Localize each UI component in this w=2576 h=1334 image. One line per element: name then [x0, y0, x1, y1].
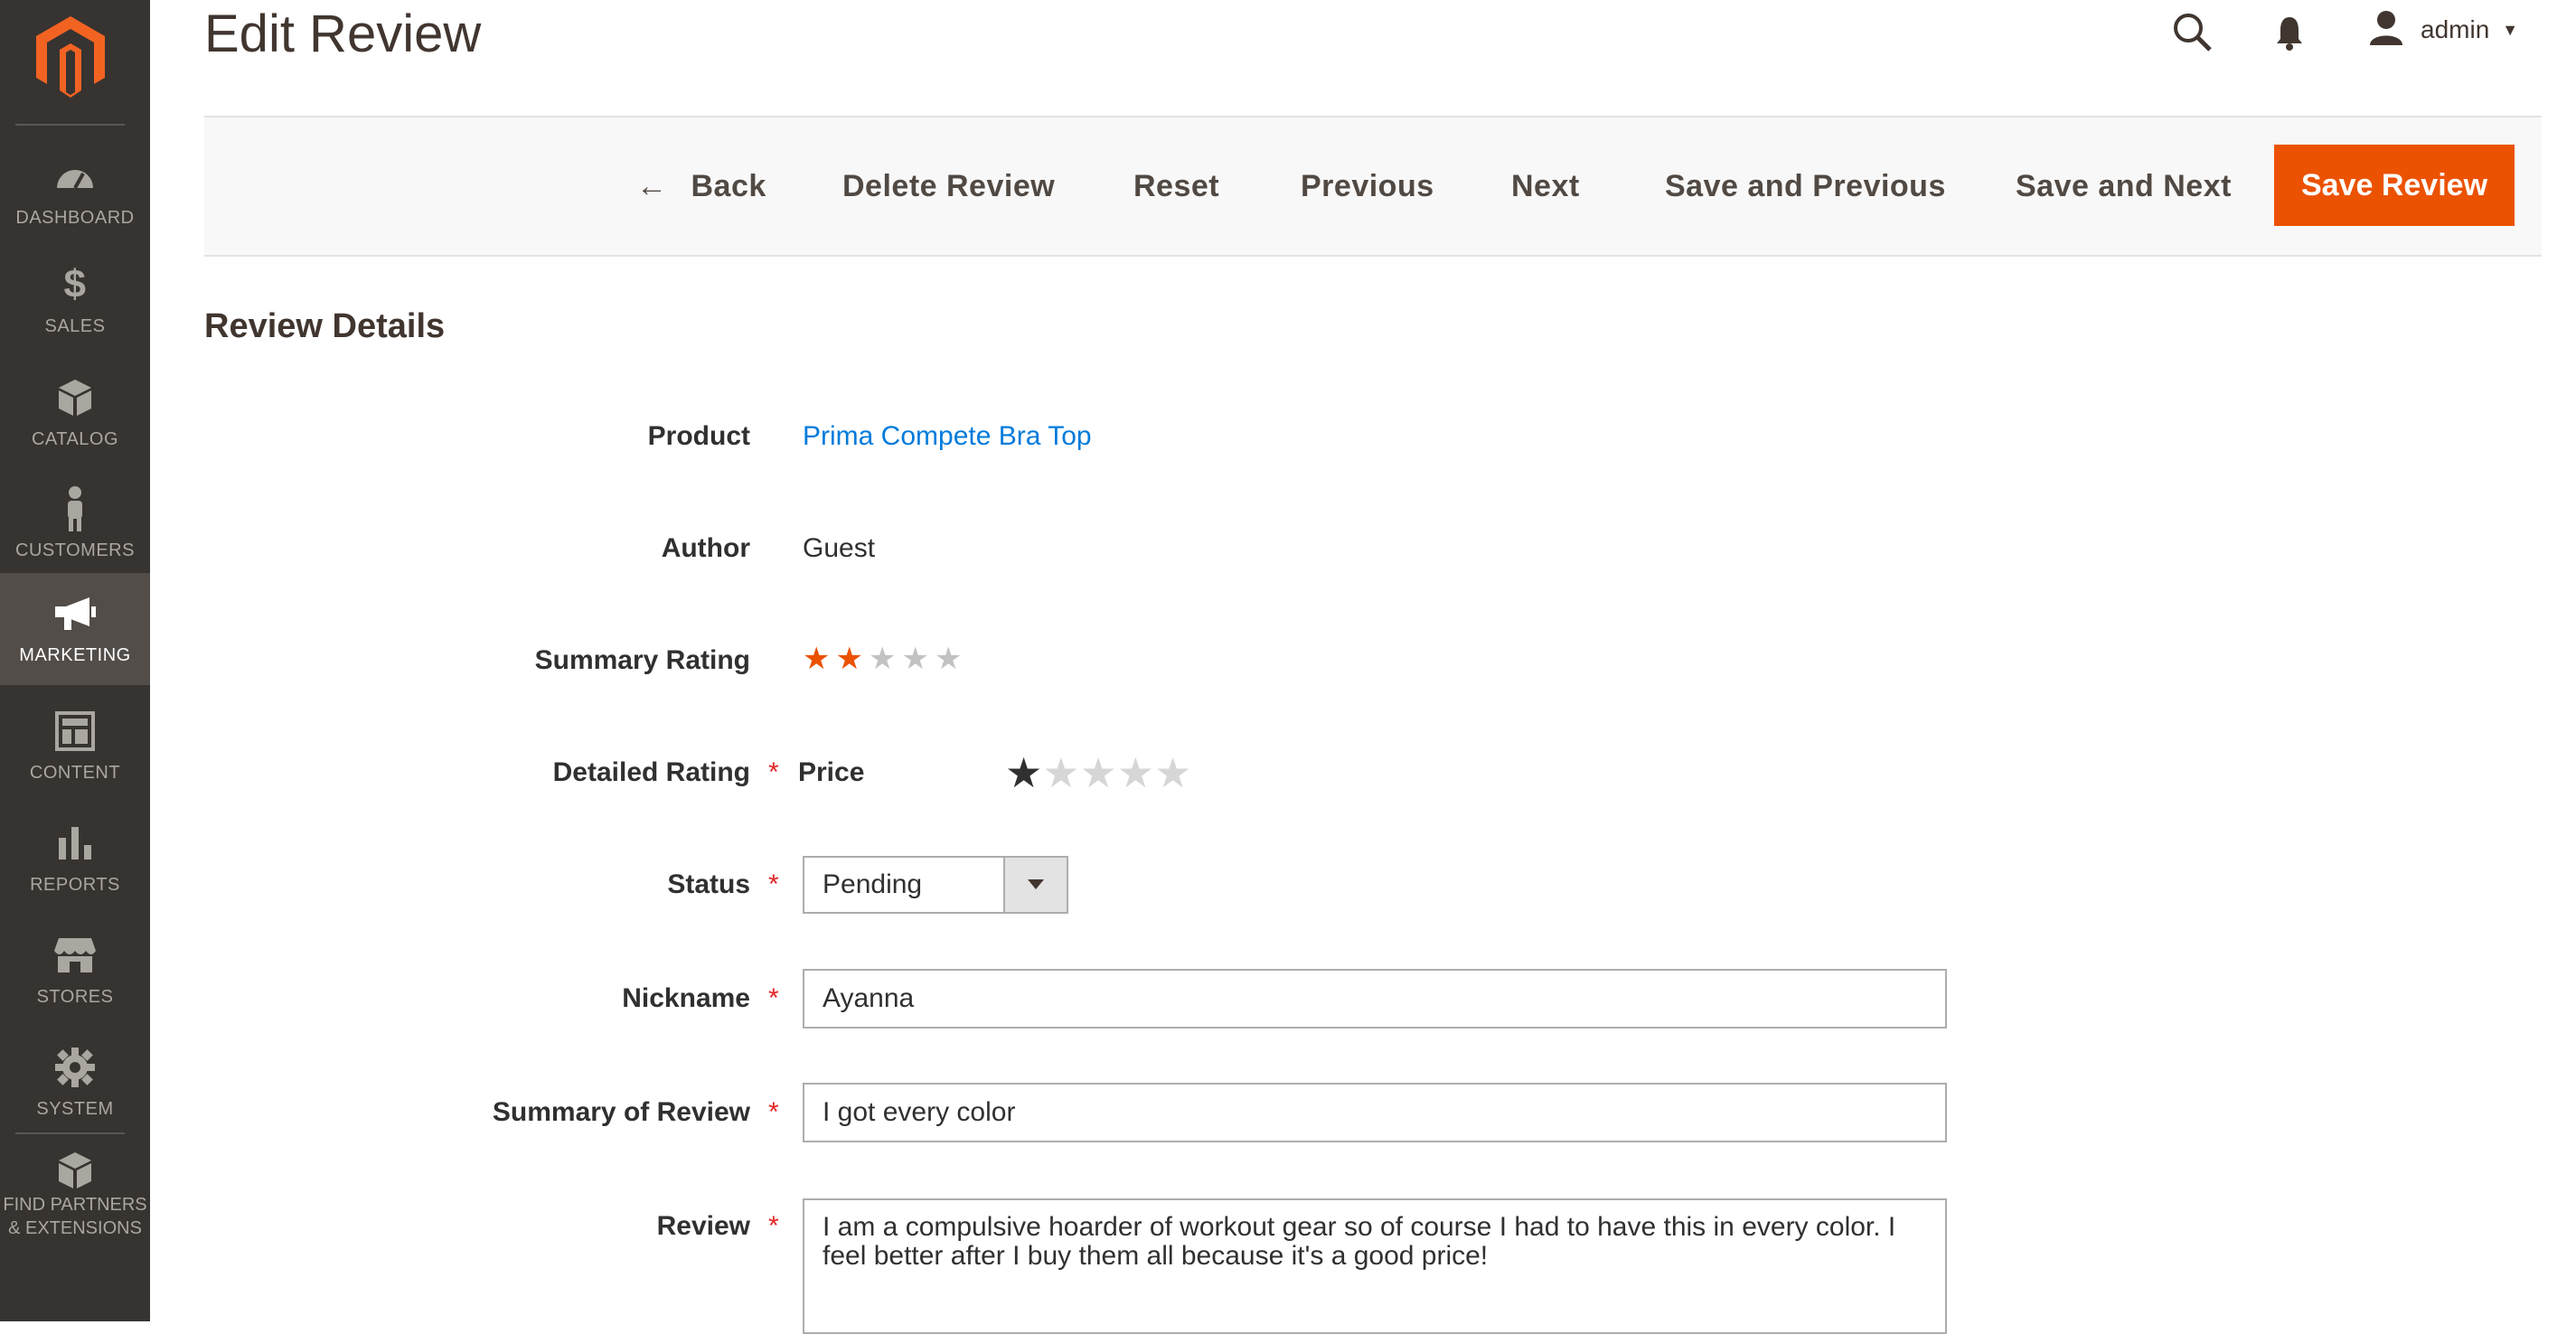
star-icon[interactable]: ★ [1154, 752, 1191, 794]
summary-rating-stars: ★ ★ ★ ★ ★ [803, 641, 962, 677]
search-icon[interactable] [2169, 9, 2214, 54]
sidebar-item-label: FIND PARTNERS [3, 1195, 147, 1215]
sidebar-item-find-partners[interactable]: FIND PARTNERS & EXTENSIONS [0, 1148, 150, 1240]
next-button[interactable]: Next [1511, 146, 1580, 226]
star-icon[interactable]: ★ [1117, 752, 1154, 794]
save-and-previous-button[interactable]: Save and Previous [1665, 146, 1946, 226]
delete-review-button[interactable]: Delete Review [842, 146, 1055, 226]
layout-icon [0, 710, 150, 752]
star-icon: ★ [835, 642, 863, 676]
required-marker: * [768, 1097, 779, 1127]
review-textarea[interactable]: I am a compulsive hoarder of workout gea… [803, 1198, 1947, 1334]
save-review-button[interactable]: Save Review [2274, 145, 2515, 226]
previous-button[interactable]: Previous [1301, 146, 1434, 226]
magento-logo-icon[interactable] [36, 16, 105, 98]
bar-chart-icon [0, 822, 150, 864]
sidebar-item-label: CATALOG [31, 429, 119, 449]
sidebar-item-label: DASHBOARD [15, 208, 135, 228]
sidebar-item-label: CUSTOMERS [15, 540, 135, 560]
sidebar-item-label: SALES [44, 316, 106, 336]
required-marker: * [768, 757, 779, 787]
reset-button[interactable]: Reset [1133, 146, 1219, 226]
required-marker: * [768, 1211, 779, 1241]
star-icon: ★ [868, 642, 897, 676]
sidebar-divider [15, 1132, 125, 1134]
sidebar-item-label: CONTENT [29, 763, 121, 783]
chevron-down-icon[interactable] [1003, 858, 1067, 912]
required-marker: * [768, 983, 779, 1013]
sidebar-item-catalog[interactable]: CATALOG [0, 357, 150, 465]
star-icon[interactable]: ★ [1005, 752, 1042, 794]
nickname-field[interactable]: Ayanna [803, 969, 1947, 1029]
bell-icon[interactable] [2269, 11, 2310, 56]
sidebar-item-label: MARKETING [19, 645, 131, 665]
nickname-label: Nickname [622, 983, 750, 1013]
product-link[interactable]: Prima Compete Bra Top [803, 421, 1092, 451]
save-and-next-button[interactable]: Save and Next [2016, 146, 2232, 226]
sidebar-item-sales[interactable]: $ SALES [0, 244, 150, 352]
back-label: Back [691, 169, 766, 203]
chevron-down-icon: ▼ [2502, 20, 2519, 39]
sidebar-item-label: REPORTS [30, 875, 120, 895]
sidebar-item-stores[interactable]: STORES [0, 915, 150, 1023]
required-marker: * [768, 869, 779, 899]
user-name: admin [2421, 15, 2490, 43]
author-value: Guest [803, 533, 876, 563]
sidebar-item-marketing[interactable]: MARKETING [0, 573, 150, 685]
summary-rating-label: Summary Rating [534, 645, 750, 675]
star-icon[interactable]: ★ [1042, 752, 1079, 794]
author-label: Author [661, 533, 750, 563]
sidebar-item-dashboard[interactable]: DASHBOARD [0, 136, 150, 244]
dashboard-icon [0, 155, 150, 197]
star-icon: ★ [934, 642, 963, 676]
detailed-rating-stars[interactable]: ★ ★ ★ ★ ★ [1005, 752, 1191, 794]
detailed-rating-label: Detailed Rating [552, 757, 750, 787]
dollar-icon: $ [63, 262, 87, 306]
megaphone-icon [0, 593, 150, 634]
product-label: Product [647, 421, 750, 451]
box-icon [0, 377, 150, 418]
arrow-left-icon: ← [636, 169, 668, 203]
page-actions-toolbar: ← Back Delete Review Reset Previous Next … [204, 116, 2542, 257]
sidebar-item-label: STORES [36, 987, 114, 1007]
summary-of-review-field[interactable]: I got every color [803, 1083, 1947, 1142]
star-icon: ★ [901, 642, 929, 676]
sidebar-item-label: & EXTENSIONS [8, 1218, 142, 1238]
sidebar-item-customers[interactable]: CUSTOMERS [0, 468, 150, 577]
detailed-rating-item-label: Price [798, 757, 865, 787]
review-label: Review [656, 1211, 750, 1241]
section-title: Review Details [204, 307, 446, 345]
admin-sidebar: DASHBOARD $ SALES CATALOG CUSTOMERS MARK… [0, 0, 150, 1321]
sidebar-divider [15, 124, 125, 126]
sidebar-item-label: SYSTEM [36, 1099, 114, 1119]
sidebar-item-system[interactable]: SYSTEM [0, 1027, 150, 1135]
person-icon [0, 486, 150, 531]
summary-of-review-label: Summary of Review [492, 1097, 750, 1127]
sidebar-item-content[interactable]: CONTENT [0, 690, 150, 799]
admin-user-menu[interactable]: admin ▼ [2368, 5, 2518, 54]
star-icon: ★ [803, 642, 831, 676]
gear-icon [0, 1047, 150, 1088]
back-button[interactable]: ← Back [636, 146, 766, 226]
status-selected-value: Pending [823, 869, 923, 899]
status-label: Status [667, 869, 750, 899]
storefront-icon [0, 935, 150, 976]
sidebar-item-reports[interactable]: REPORTS [0, 803, 150, 911]
boxes-icon [0, 1148, 150, 1193]
page-title: Edit Review [204, 5, 482, 63]
star-icon[interactable]: ★ [1080, 752, 1117, 794]
status-select[interactable]: Pending [803, 856, 1068, 914]
user-icon [2368, 9, 2404, 52]
